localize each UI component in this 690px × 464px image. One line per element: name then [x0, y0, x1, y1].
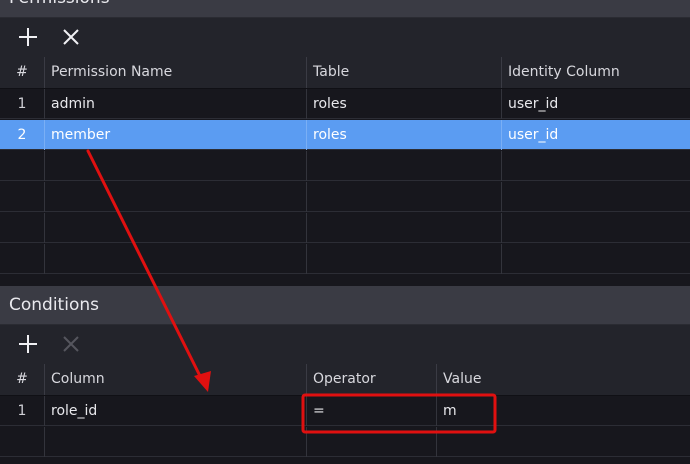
empty-cell — [0, 182, 45, 212]
permission-name-cell[interactable]: member — [45, 120, 307, 150]
empty-row — [0, 427, 690, 457]
table-cell[interactable]: roles — [307, 120, 502, 150]
conditions-title: Conditions — [9, 295, 99, 315]
permissions-title: Permissions — [9, 0, 110, 8]
remove-condition-button[interactable] — [59, 332, 83, 356]
empty-cell — [0, 244, 45, 274]
identity-column-cell[interactable]: user_id — [502, 120, 690, 150]
empty-cell — [307, 213, 502, 243]
permissions-toolbar — [0, 18, 690, 57]
empty-row — [0, 244, 690, 274]
table-row[interactable]: 1 admin roles user_id — [0, 89, 690, 119]
row-index: 1 — [0, 396, 45, 426]
permissions-section-header: Permissions — [0, 0, 690, 18]
empty-row — [0, 182, 690, 212]
column-cell[interactable]: role_id — [45, 396, 307, 426]
row-index: 1 — [0, 89, 45, 119]
add-permission-button[interactable] — [16, 25, 40, 49]
conditions-toolbar — [0, 325, 690, 364]
empty-cell — [307, 182, 502, 212]
empty-cell — [0, 151, 45, 181]
empty-cell — [45, 213, 307, 243]
remove-permission-button[interactable] — [59, 25, 83, 49]
conditions-section-header: Conditions — [0, 286, 690, 325]
column-header-index[interactable]: # — [0, 364, 45, 395]
table-row[interactable]: 1 role_id = m — [0, 396, 690, 426]
empty-cell — [307, 427, 437, 457]
column-header-index[interactable]: # — [0, 57, 45, 88]
permission-name-cell[interactable]: admin — [45, 89, 307, 119]
plus-icon — [19, 28, 37, 46]
row-index: 2 — [0, 120, 45, 150]
column-header-operator[interactable]: Operator — [307, 364, 437, 395]
empty-cell — [45, 182, 307, 212]
empty-cell — [307, 151, 502, 181]
close-icon — [63, 29, 79, 45]
value-cell[interactable]: m — [437, 396, 690, 426]
permissions-editor: Permissions # Permission Name Table Iden… — [0, 0, 690, 464]
empty-cell — [307, 244, 502, 274]
plus-icon — [19, 335, 37, 353]
operator-cell[interactable]: = — [307, 396, 437, 426]
permissions-column-header: # Permission Name Table Identity Column — [0, 57, 690, 89]
conditions-column-header: # Column Operator Value — [0, 364, 690, 396]
empty-cell — [0, 213, 45, 243]
empty-cell — [45, 151, 307, 181]
close-icon — [63, 336, 79, 352]
column-header-permission-name[interactable]: Permission Name — [45, 57, 307, 88]
empty-row — [0, 213, 690, 243]
column-header-column[interactable]: Column — [45, 364, 307, 395]
add-condition-button[interactable] — [16, 332, 40, 356]
table-row-selected[interactable]: 2 member roles user_id — [0, 120, 690, 150]
identity-column-cell[interactable]: user_id — [502, 89, 690, 119]
column-header-value[interactable]: Value — [437, 364, 690, 395]
table-cell[interactable]: roles — [307, 89, 502, 119]
column-header-identity-column[interactable]: Identity Column — [502, 57, 690, 88]
empty-row — [0, 151, 690, 181]
empty-cell — [0, 427, 45, 457]
permissions-table: 1 admin roles user_id 2 member roles use… — [0, 89, 690, 286]
conditions-table: 1 role_id = m — [0, 396, 690, 464]
empty-cell — [45, 244, 307, 274]
empty-cell — [45, 427, 307, 457]
column-header-table[interactable]: Table — [307, 57, 502, 88]
